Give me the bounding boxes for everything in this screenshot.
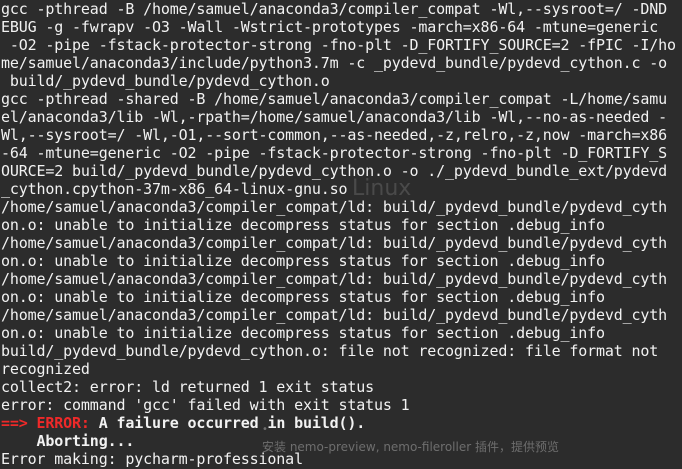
line-text: collect2: error: ld returned 1 exit stat… <box>1 378 374 396</box>
terminal-line: ==> ERROR: A failure occurred in build()… <box>1 414 682 432</box>
terminal-line: /home/samuel/anaconda3/compiler_compat/l… <box>1 270 682 288</box>
bold-message: Aborting... <box>1 432 135 450</box>
terminal-line: -64 -mtune=generic -O2 -pipe -fstack-pro… <box>1 144 682 162</box>
terminal-line: el/anaconda3/lib -Wl,-rpath=/home/samuel… <box>1 108 682 126</box>
terminal-line: -O2 -pipe -fstack-protector-strong -fno-… <box>1 36 682 54</box>
terminal-line: gcc -pthread -B /home/samuel/anaconda3/c… <box>1 0 682 18</box>
terminal-line: Error making: pycharm-professional <box>1 450 682 468</box>
terminal-line: EBUG -g -fwrapv -O3 -Wall -Wstrict-proto… <box>1 18 682 36</box>
terminal-line: Wl,--sysroot=/ -Wl,-O1,--sort-common,--a… <box>1 126 682 144</box>
terminal-line: error: command 'gcc' failed with exit st… <box>1 396 682 414</box>
line-text: build/_pydevd_bundle/pydevd_cython.o: fi… <box>1 342 659 360</box>
line-text: gcc -pthread -B /home/samuel/anaconda3/c… <box>1 0 668 18</box>
line-text: _cython.cpython-37m-x86_64-linux-gnu.so <box>1 180 348 198</box>
terminal-line: on.o: unable to initialize decompress st… <box>1 324 682 342</box>
terminal-line: me/samuel/anaconda3/include/python3.7m -… <box>1 54 682 72</box>
line-text: /home/samuel/anaconda3/compiler_compat/l… <box>1 306 668 324</box>
line-text: -O2 -pipe -fstack-protector-strong -fno-… <box>1 36 676 54</box>
line-text: el/anaconda3/lib -Wl,-rpath=/home/samuel… <box>1 108 668 126</box>
terminal-line: /home/samuel/anaconda3/compiler_compat/l… <box>1 198 682 216</box>
line-text: on.o: unable to initialize decompress st… <box>1 288 605 306</box>
terminal-window[interactable]: gcc -pthread -B /home/samuel/anaconda3/c… <box>0 0 682 469</box>
terminal-line: on.o: unable to initialize decompress st… <box>1 252 682 270</box>
terminal-line: Aborting... <box>1 432 682 450</box>
terminal-line: OURCE=2 build/_pydevd_bundle/pydevd_cyth… <box>1 162 682 180</box>
terminal-output: gcc -pthread -B /home/samuel/anaconda3/c… <box>1 0 682 468</box>
line-text: on.o: unable to initialize decompress st… <box>1 324 605 342</box>
line-text: gcc -pthread -shared -B /home/samuel/ana… <box>1 90 668 108</box>
line-text: error: command 'gcc' failed with exit st… <box>1 396 410 414</box>
line-text: Error making: pycharm-professional <box>1 450 303 468</box>
terminal-line: /home/samuel/anaconda3/compiler_compat/l… <box>1 234 682 252</box>
terminal-line: recognized <box>1 360 682 378</box>
line-text: /home/samuel/anaconda3/compiler_compat/l… <box>1 270 668 288</box>
line-text: EBUG -g -fwrapv -O3 -Wall -Wstrict-proto… <box>1 18 659 36</box>
terminal-line: build/_pydevd_bundle/pydevd_cython.o <box>1 72 682 90</box>
line-text: build/_pydevd_bundle/pydevd_cython.o <box>1 72 330 90</box>
line-text: on.o: unable to initialize decompress st… <box>1 252 605 270</box>
terminal-line: collect2: error: ld returned 1 exit stat… <box>1 378 682 396</box>
error-arrow: ==> <box>1 414 37 432</box>
terminal-line: /home/samuel/anaconda3/compiler_compat/l… <box>1 306 682 324</box>
line-text: -64 -mtune=generic -O2 -pipe -fstack-pro… <box>1 144 668 162</box>
terminal-line: on.o: unable to initialize decompress st… <box>1 288 682 306</box>
terminal-line: on.o: unable to initialize decompress st… <box>1 216 682 234</box>
terminal-line: gcc -pthread -shared -B /home/samuel/ana… <box>1 90 682 108</box>
line-text: /home/samuel/anaconda3/compiler_compat/l… <box>1 234 668 252</box>
line-text: OURCE=2 build/_pydevd_bundle/pydevd_cyth… <box>1 162 668 180</box>
line-text: recognized <box>1 360 90 378</box>
line-text: Wl,--sysroot=/ -Wl,-O1,--sort-common,--a… <box>1 126 668 144</box>
line-text: me/samuel/anaconda3/include/python3.7m -… <box>1 54 668 72</box>
terminal-line: build/_pydevd_bundle/pydevd_cython.o: fi… <box>1 342 682 360</box>
line-text: on.o: unable to initialize decompress st… <box>1 216 605 234</box>
bold-message: A failure occurred in build(). <box>89 414 366 432</box>
line-text: /home/samuel/anaconda3/compiler_compat/l… <box>1 198 668 216</box>
error-label: ERROR: <box>36 414 90 432</box>
terminal-line: _cython.cpython-37m-x86_64-linux-gnu.so <box>1 180 682 198</box>
